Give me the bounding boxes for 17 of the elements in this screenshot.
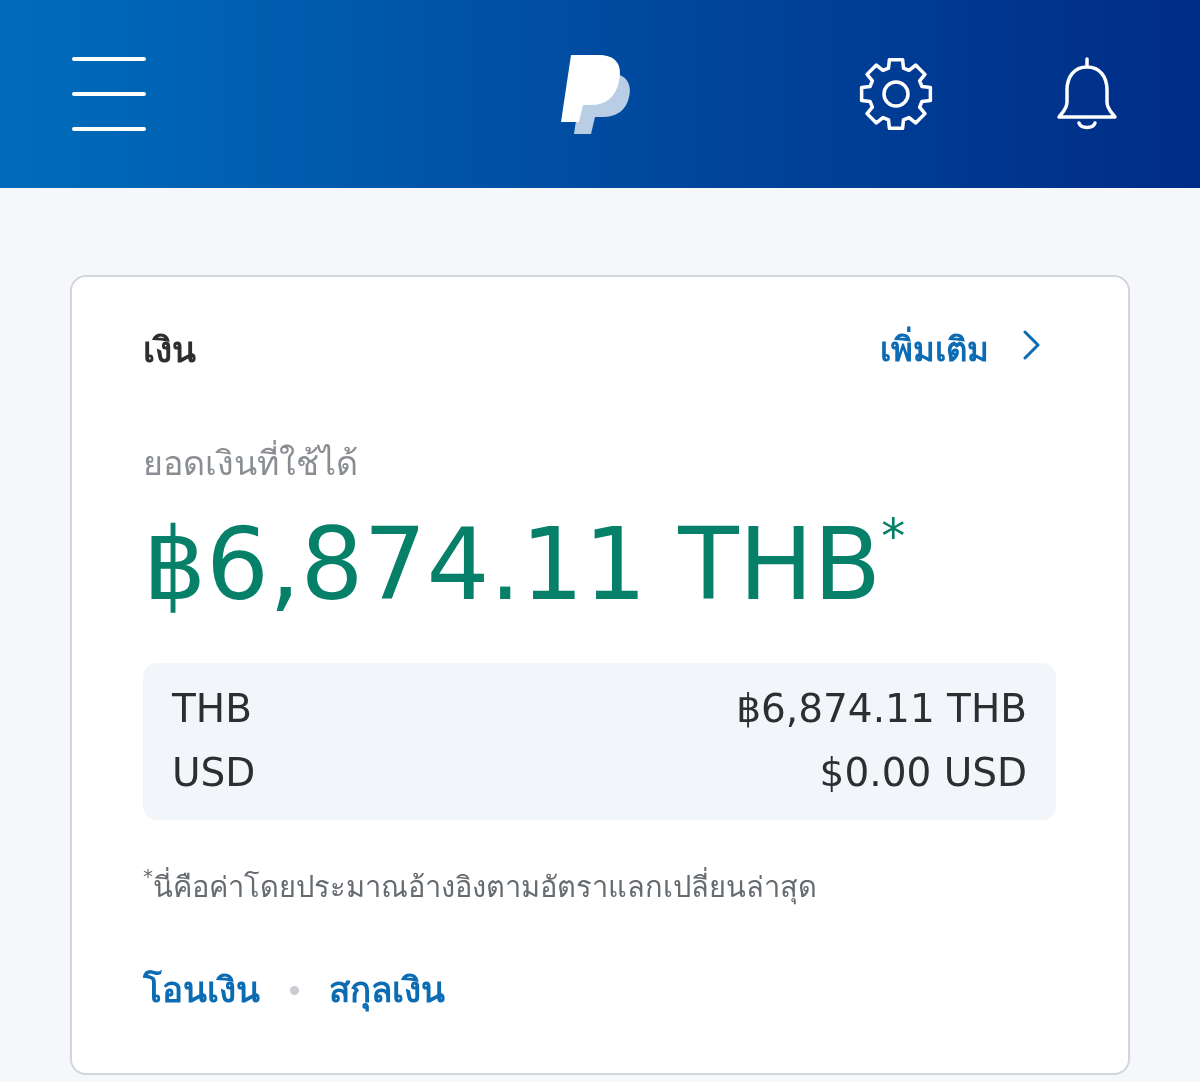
separator-dot-icon (290, 985, 299, 995)
footnote-text: $^{*}$นี่คือค่าโดยประมาณอ้างอิงตามอัตราแลกเปลี่ยนล่าสุด (143, 865, 818, 907)
settings-icon[interactable] (859, 57, 933, 131)
currency-amount: ฿6,874.11 THB (736, 685, 1027, 733)
currency-code: USD (172, 749, 256, 797)
logo-icon (561, 54, 631, 134)
card-title: เงิน (143, 329, 196, 372)
currency-code: THB (172, 685, 252, 733)
balance-amount: ฿6,874.11 THB$^{*}$ (143, 506, 907, 624)
balance-label: ยอดเงินที่ใช้ได้ (143, 439, 1056, 487)
currency-amount: $0.00 USD (819, 749, 1027, 797)
menu-icon[interactable] (72, 57, 146, 131)
action-link[interactable]: โอนเงิน (143, 966, 260, 1014)
action-link[interactable]: สกุลเงิน (329, 966, 445, 1014)
bell-icon[interactable] (1056, 57, 1118, 131)
chevron-right-icon (1023, 330, 1040, 360)
more-link[interactable]: เพิ่มเติม (880, 326, 1040, 374)
